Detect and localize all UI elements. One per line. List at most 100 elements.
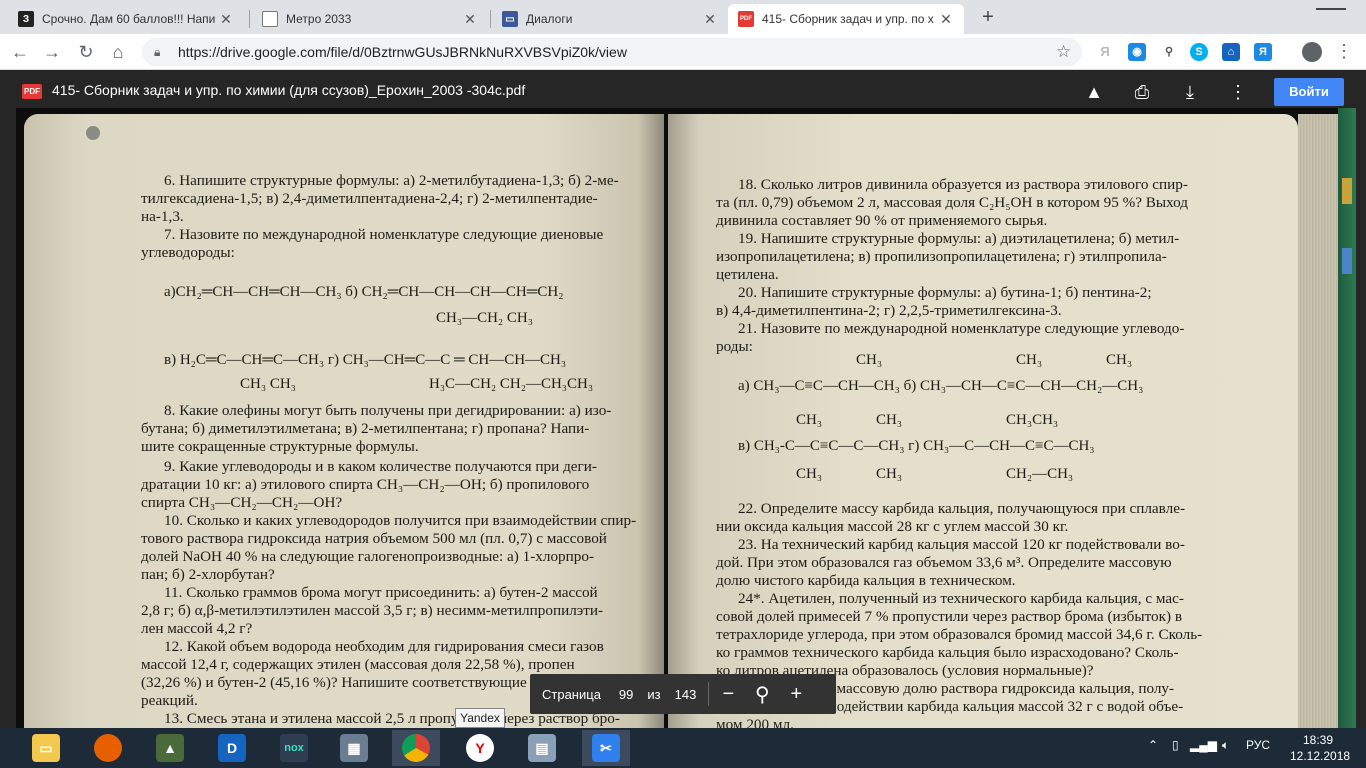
tab-separator (249, 10, 250, 28)
formula-line: CH₃CH₃ (1006, 412, 1059, 428)
tab-2-title: Диалоги (526, 12, 573, 26)
text-line: долю чистого карбида кальция в техническ… (716, 572, 1016, 589)
total-pages: 143 (674, 686, 697, 702)
formula-line: а) CH₃—C≡C—CH—CH₃ б) CH₃—CH—C≡C—CH—CH₂—C… (738, 378, 1144, 394)
url-text[interactable]: https://drive.google.com/file/d/0BztrnwG… (178, 44, 1056, 60)
back-icon[interactable]: ← (8, 40, 32, 64)
formula-line: CH₃ (876, 412, 903, 428)
taskbar-monitor[interactable]: ▤ (518, 730, 566, 766)
new-tab-button[interactable]: + (976, 6, 1000, 30)
taskbar-snipping[interactable]: ✂ (582, 730, 630, 766)
text-line: пан; б) 2-хлорбутан? (141, 566, 275, 583)
page-edges (1298, 114, 1338, 728)
text-line: 7. Назовите по международной номенклатур… (164, 226, 604, 243)
tab-0-favicon-icon: З (18, 11, 34, 27)
formula-line: CH₃ (856, 352, 883, 368)
browser-menu-icon[interactable]: ⋮ (1334, 40, 1354, 64)
text-line: цетилена. (716, 266, 779, 283)
clock-date: 12.12.2018 (1290, 749, 1351, 763)
browser-toolbar: ← → ↻ ⌂ 🔒︎ https://drive.google.com/file… (0, 34, 1366, 70)
text-line: та (пл. 0,79) объемом 2 л, массовая доля… (716, 194, 1189, 211)
download-icon[interactable]: ⤓ (1178, 80, 1202, 104)
more-options-icon[interactable]: ⋮ (1226, 80, 1250, 104)
skype-extension-icon[interactable]: S (1190, 43, 1208, 61)
tab-1-title: Метро 2033 (286, 12, 352, 26)
taskbar-firefox[interactable] (84, 730, 132, 766)
taskbar-yandex[interactable]: Y (456, 730, 504, 766)
minimize-icon[interactable] (1316, 8, 1346, 10)
tab-separator (490, 10, 491, 28)
lock-icon[interactable]: 🔒︎ (154, 45, 168, 60)
text-line: дой. При этом образовался газ объемом 33… (716, 554, 1172, 571)
text-line: долей NaOH 40 % на следующие галогенопро… (141, 548, 595, 565)
yandex-icon: Y (466, 734, 494, 762)
tab-1[interactable]: Метро 2033 ✕ (252, 4, 488, 34)
spine-mark (1342, 248, 1352, 274)
tab-0-title: Срочно. Дам 60 баллов!!! Напи (42, 12, 216, 26)
yandex-extension-icon[interactable]: Я (1096, 43, 1114, 61)
text-line: на-1,3. (141, 208, 184, 225)
firefox-icon (94, 734, 122, 762)
text-line: 2,8 г; б) α,β-метилэтилэтилен массой 3,5… (141, 602, 604, 619)
text-line: ко граммов технического карбида кальция … (716, 644, 1179, 661)
extension-book-icon[interactable]: Я (1254, 43, 1272, 61)
taskbar-game[interactable]: ▲ (146, 730, 194, 766)
formula-line: CH₃ (796, 412, 823, 428)
forward-icon[interactable]: → (40, 40, 64, 64)
book-page-left: 6. Напишите структурные формулы: а) 2-ме… (24, 114, 664, 728)
volume-icon[interactable]: 🔈︎ (1222, 738, 1229, 753)
profile-avatar-icon[interactable] (1302, 42, 1322, 62)
windows-taskbar: ▭ ▲ D nox ▦ Y ▤ ✂ ⌃ ▯ ▂▄▆ 🔈︎ РУС 18:39 1… (0, 728, 1366, 768)
tab-2[interactable]: ▭ Диалоги ✕ (492, 4, 728, 34)
tab-2-close-icon[interactable]: ✕ (702, 11, 718, 28)
tray-chevron-icon[interactable]: ⌃ (1148, 738, 1158, 752)
extension-home-icon[interactable]: ⌂ (1222, 43, 1240, 61)
taskbar-explorer[interactable]: ▭ (22, 730, 70, 766)
text-line: спирта CH₃—CH₂—CH₂—OH? (141, 494, 343, 511)
formula-line: CH₃ (1106, 352, 1133, 368)
divider (708, 682, 710, 706)
extension-tools-icon[interactable]: ⚲ (1160, 43, 1178, 61)
tab-3-close-icon[interactable]: ✕ (938, 11, 954, 28)
tab-1-close-icon[interactable]: ✕ (462, 11, 478, 28)
clock[interactable]: 18:39 12.12.2018 (1290, 732, 1351, 764)
taskbar-chrome[interactable] (392, 730, 440, 766)
language-indicator[interactable]: РУС (1246, 738, 1270, 752)
pdf-page-image: 6. Напишите структурные формулы: а) 2-ме… (16, 108, 1356, 728)
taskbar-daemon[interactable]: D (208, 730, 256, 766)
page-label: Страница (542, 686, 601, 702)
zoom-icon[interactable]: ⚲ (747, 682, 777, 707)
daemon-tools-icon: D (218, 734, 246, 762)
taskbar-nox[interactable]: nox (270, 730, 318, 766)
tab-strip: З Срочно. Дам 60 баллов!!! Напи ✕ Метро … (0, 0, 1366, 34)
text-line: 19. Напишите структурные формулы: а) диэ… (738, 230, 1180, 247)
address-bar[interactable]: 🔒︎ https://drive.google.com/file/d/0Bztr… (142, 38, 1082, 66)
reload-icon[interactable]: ↻ (74, 40, 98, 64)
home-icon[interactable]: ⌂ (106, 40, 130, 64)
taskbar-calculator[interactable]: ▦ (330, 730, 378, 766)
bookmark-star-icon[interactable]: ☆ (1056, 42, 1082, 62)
text-line: тового раствора гидроксида натрия объемо… (141, 530, 607, 547)
current-page-input[interactable]: 99 (619, 687, 633, 702)
spine-mark (1342, 178, 1352, 204)
zoom-out-button[interactable]: − (713, 683, 743, 706)
tab-0-close-icon[interactable]: ✕ (218, 11, 234, 28)
text-line: 11. Сколько граммов брома могут присоеди… (164, 584, 598, 601)
book-page-right: 18. Сколько литров дивинила образуется и… (668, 114, 1298, 728)
battery-icon[interactable]: ▯ (1172, 738, 1179, 752)
tab-3-active[interactable]: PDF 415- Сборник задач и упр. по х ✕ (728, 4, 964, 34)
zoom-in-button[interactable]: + (781, 683, 811, 706)
signal-icon[interactable]: ▂▄▆ (1190, 738, 1217, 752)
text-line: 9. Какие углеводороды и в каком количест… (164, 458, 597, 475)
add-to-drive-icon[interactable]: ▲ (1082, 80, 1106, 104)
tab-3-pdf-icon: PDF (738, 11, 754, 27)
tab-0[interactable]: З Срочно. Дам 60 баллов!!! Напи ✕ (8, 4, 244, 34)
print-icon[interactable]: ⎙ (1130, 80, 1154, 104)
game-icon: ▲ (156, 734, 184, 762)
text-line: изопропилацетилена; в) пропилизопропилац… (716, 248, 1167, 265)
page-of-label: из (647, 686, 661, 702)
sign-in-button[interactable]: Войти (1274, 78, 1344, 106)
monitor-icon: ▤ (528, 734, 556, 762)
extension-photo-icon[interactable]: ◉ (1128, 43, 1146, 61)
text-line: 6. Напишите структурные формулы: а) 2-ме… (164, 172, 619, 189)
